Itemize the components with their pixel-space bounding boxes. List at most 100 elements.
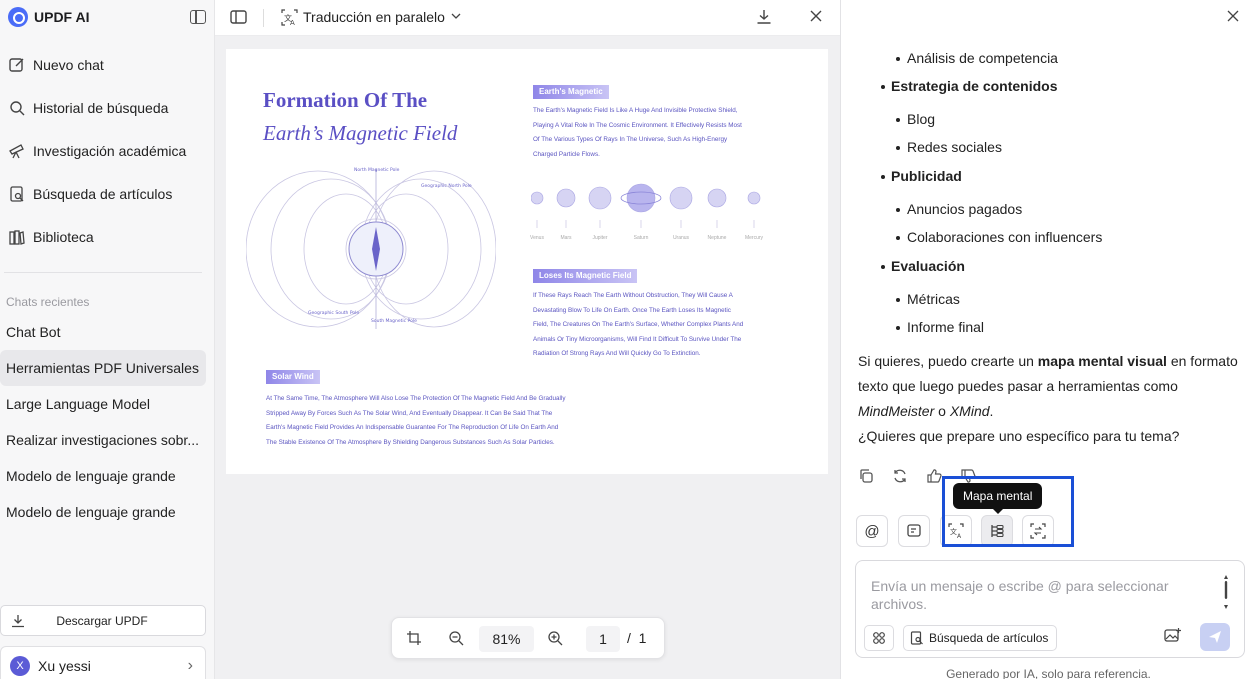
- document-toolbar: 文A Traducción en paralelo: [215, 0, 840, 36]
- copy-icon[interactable]: [858, 468, 874, 484]
- updf-logo-icon: [8, 7, 28, 27]
- planet-label: Neptune: [707, 235, 727, 241]
- sidebar-header: UPDF AI: [0, 0, 214, 34]
- pdf-line: Charged Particle Flows.: [533, 150, 600, 158]
- pdf-section-tag: Earth's Magnetic: [533, 85, 609, 99]
- nav-label: Biblioteca: [33, 228, 94, 245]
- zoom-toolbar: 81% 1 / 1: [391, 617, 665, 659]
- pdf-paragraph-3: At The Same Time, The Atmosphere Will Al…: [266, 392, 566, 450]
- pdf-section-tag: Solar Wind: [266, 370, 320, 384]
- close-icon[interactable]: [1227, 10, 1239, 22]
- edit-icon: [9, 57, 24, 72]
- download-icon[interactable]: [756, 9, 772, 25]
- user-profile[interactable]: X Xu yessi ›: [0, 646, 206, 679]
- at-icon: @: [864, 522, 880, 540]
- list-item: Informe final: [895, 319, 985, 335]
- regenerate-icon[interactable]: [892, 468, 908, 484]
- list-heading: Evaluación: [881, 258, 965, 274]
- scroll-indicator-icon[interactable]: [1224, 575, 1228, 609]
- fit-page-icon[interactable]: [406, 630, 422, 646]
- pdf-page: Formation Of The Earth’s Magnetic Field …: [226, 49, 828, 474]
- image-upload-icon[interactable]: [1164, 627, 1182, 643]
- mention-button[interactable]: @: [856, 515, 888, 547]
- user-name: Xu yessi: [38, 658, 91, 674]
- panel-toggle-icon[interactable]: [230, 9, 247, 25]
- ai-chat-panel: Análisis de competencia Estrategia de co…: [842, 0, 1255, 679]
- send-icon: [1209, 631, 1221, 643]
- pdf-line: Radiation Of Strong Rays And Will Quickl…: [533, 350, 701, 358]
- page-separator: /: [627, 630, 631, 646]
- nav-new-chat[interactable]: Nuevo chat: [0, 43, 214, 86]
- nav-academic-research[interactable]: Investigación académica: [0, 129, 214, 172]
- chevron-right-icon: ›: [187, 657, 193, 674]
- north-magnetic-label: North Magnetic Pole: [354, 167, 400, 173]
- recent-chat-item[interactable]: Modelo de lenguaje grande: [0, 494, 206, 530]
- chevron-down-icon[interactable]: [451, 11, 461, 21]
- zoom-level[interactable]: 81%: [479, 626, 534, 652]
- prompt-button[interactable]: [898, 515, 930, 547]
- planet-label: Venus: [530, 235, 544, 241]
- pdf-title-line1: Formation Of The: [263, 88, 428, 112]
- avatar: X: [10, 656, 30, 676]
- italic-span: XMind: [949, 403, 990, 419]
- nav-article-search[interactable]: Búsqueda de artículos: [0, 172, 214, 215]
- collapse-sidebar-icon[interactable]: [190, 10, 206, 24]
- mind-map-tooltip: Mapa mental: [953, 483, 1043, 514]
- nav-library[interactable]: Biblioteca: [0, 215, 214, 258]
- note-plus-icon: [907, 524, 921, 537]
- planet-label: Saturn: [633, 235, 649, 241]
- list-item: Redes sociales: [896, 139, 1002, 155]
- message-input[interactable]: Envía un mensaje o escribe @ para selecc…: [871, 577, 1201, 613]
- article-search-label: Búsqueda de artículos: [929, 631, 1049, 645]
- message-input-area[interactable]: Envía un mensaje o escribe @ para selecc…: [855, 560, 1245, 658]
- nav-label: Historial de búsqueda: [33, 99, 169, 116]
- grid-icon: [873, 632, 885, 644]
- list-item: Anuncios pagados: [895, 201, 1023, 217]
- zoom-out-icon[interactable]: [448, 630, 464, 646]
- pdf-line: At The Same Time, The Atmosphere Will Al…: [266, 395, 566, 402]
- pdf-line: Playing A Vital Role In The Cosmic Envir…: [533, 121, 742, 129]
- message-question: ¿Quieres que prepare uno específico para…: [858, 428, 1180, 444]
- list-item: Métricas: [896, 291, 960, 307]
- bold-span: mapa mental visual: [1037, 353, 1167, 369]
- recent-chat-item[interactable]: Chat Bot: [0, 314, 206, 350]
- planet-label: Jupiter: [592, 235, 608, 241]
- pdf-line: If These Rays Reach The Earth Without Ob…: [533, 292, 733, 299]
- pdf-line: Of The Various Types Of Rays In The Univ…: [533, 136, 728, 144]
- magnetic-field-diagram: North Magnetic Pole Geographic North Pol…: [246, 167, 496, 329]
- document-search-icon: [910, 631, 923, 645]
- pdf-line: The Earth's Magnetic Field Is Like A Hug…: [533, 107, 738, 114]
- recent-chat-item[interactable]: Large Language Model: [0, 386, 206, 422]
- pdf-line: Animals Or Tiny Microorganisms, Will Fin…: [533, 335, 742, 343]
- translate-icon: 文A: [281, 9, 298, 26]
- pdf-line: Earth's Magnetic Field Provides An Indis…: [266, 424, 559, 432]
- recent-chat-item[interactable]: Modelo de lenguaje grande: [0, 458, 206, 494]
- list-item: Blog: [895, 111, 936, 127]
- page-total-value: 1: [638, 630, 647, 646]
- page-number-input[interactable]: 1: [586, 626, 620, 652]
- document-search-icon: [10, 185, 24, 202]
- close-icon[interactable]: [809, 9, 823, 23]
- nav-search-history[interactable]: Historial de búsqueda: [0, 86, 214, 129]
- document-viewer: 文A Traducción en paralelo Formation Of T…: [215, 0, 841, 679]
- pdf-paragraph-1: The Earth's Magnetic Field Is Like A Hug…: [533, 104, 742, 162]
- send-button[interactable]: [1200, 623, 1230, 651]
- pdf-line: Stripped Away By Forces Such As The Sola…: [266, 409, 553, 417]
- page-total: / 1: [627, 630, 646, 646]
- app-title: UPDF AI: [34, 9, 90, 25]
- italic-span: MindMeister: [858, 403, 935, 419]
- nav-label: Nuevo chat: [33, 56, 104, 73]
- planet-label: Mars: [560, 235, 572, 241]
- ai-tools-toggle-button[interactable]: [864, 625, 894, 651]
- translation-mode-dropdown[interactable]: Traducción en paralelo: [303, 9, 445, 25]
- text-span: Si quieres, puedo crearte un: [858, 353, 1038, 369]
- recent-chat-item[interactable]: Realizar investigaciones sobr...: [0, 422, 206, 458]
- south-magnetic-label: South Magnetic Pole: [371, 318, 417, 324]
- thumbs-up-icon[interactable]: [926, 468, 942, 484]
- article-search-chip[interactable]: Búsqueda de artículos: [903, 625, 1058, 651]
- recent-chat-item[interactable]: Herramientas PDF Universales: [0, 350, 206, 386]
- download-updf-button[interactable]: Descargar UPDF: [0, 605, 206, 636]
- zoom-in-icon[interactable]: [547, 630, 563, 646]
- pdf-paragraph-2: If These Rays Reach The Earth Without Ob…: [533, 289, 743, 362]
- geo-south-label: Geographic South Pole: [308, 310, 359, 316]
